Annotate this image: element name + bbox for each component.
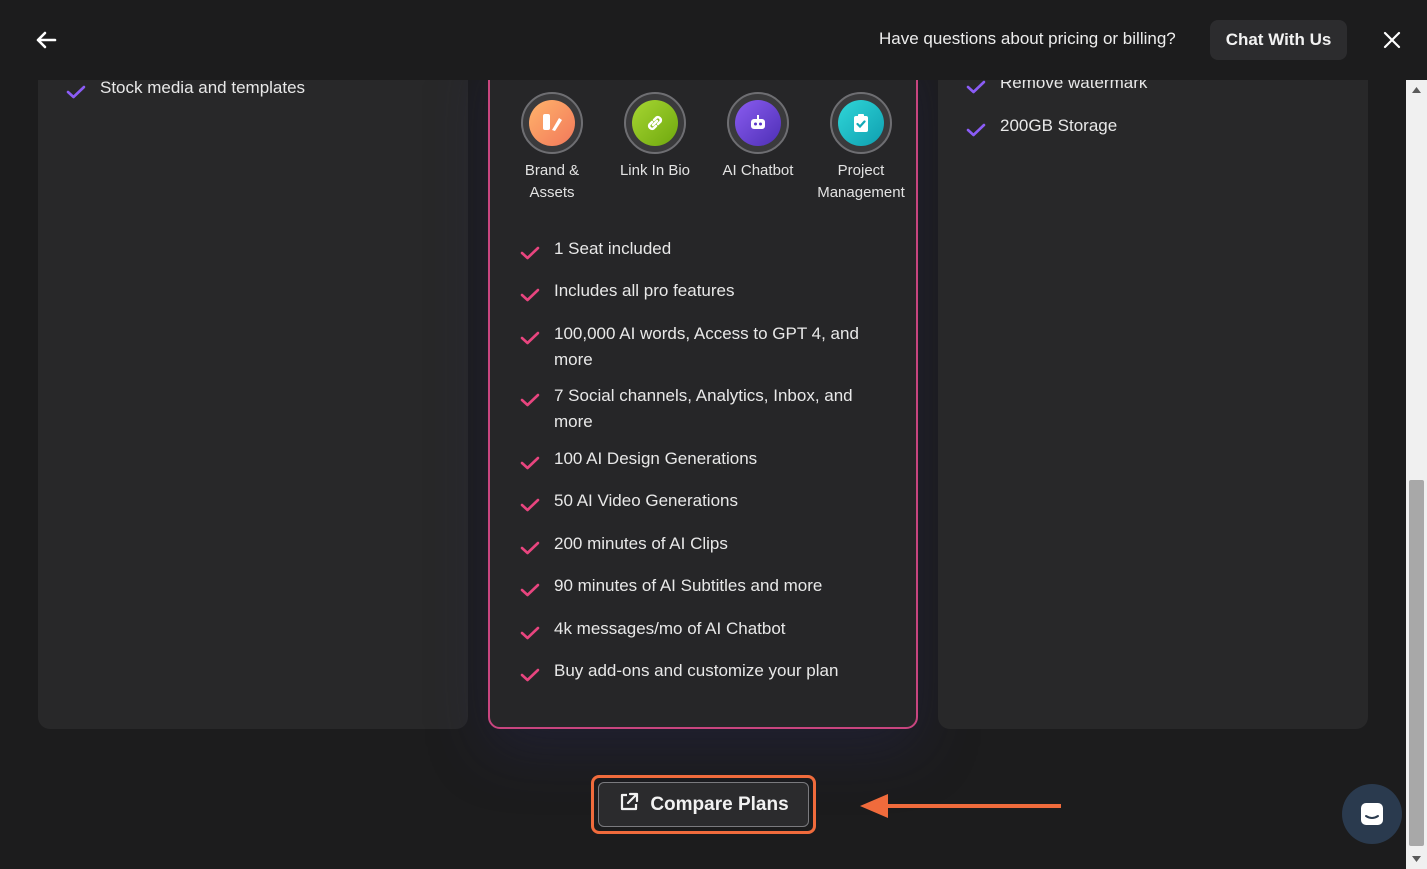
addon-label: Brand & Assets xyxy=(524,162,580,201)
back-arrow-icon[interactable] xyxy=(30,24,62,56)
feature-item: 50 AI Video Generations xyxy=(520,488,880,520)
feature-text: 4k messages/mo of AI Chatbot xyxy=(554,619,786,638)
feature-item: Includes all pro features xyxy=(520,278,880,310)
feature-item: 1 Seat included xyxy=(520,236,880,268)
feature-text: 100 AI Design Generations xyxy=(554,449,758,468)
vertical-scrollbar[interactable] xyxy=(1406,80,1427,869)
addon-brand-assets[interactable]: Brand & Assets xyxy=(502,92,602,204)
feature-text: 200 minutes of AI Clips xyxy=(554,534,728,553)
feature-text: Includes all pro features xyxy=(554,281,735,300)
check-icon xyxy=(520,573,554,605)
feature-text: 90 minutes of AI Subtitles and more xyxy=(554,576,823,595)
compare-plans-highlight: Compare Plans xyxy=(591,775,816,834)
plan-card-featured: Brand & Assets Link In Bio AI Chatbot Pr… xyxy=(488,40,918,729)
feature-item: 200GB Storage xyxy=(966,113,1117,145)
feature-text: 50 AI Video Generations xyxy=(554,491,738,510)
top-bar: Have questions about pricing or billing?… xyxy=(0,0,1427,80)
billing-help-text: Have questions about pricing or billing? xyxy=(879,29,1176,48)
feature-text: Buy add-ons and customize your plan xyxy=(554,661,839,680)
brand-assets-icon xyxy=(529,100,575,146)
feature-item: 100,000 AI words, Access to GPT 4, and m… xyxy=(520,321,880,373)
check-icon xyxy=(520,383,554,415)
check-icon xyxy=(520,278,554,310)
check-icon xyxy=(520,321,554,353)
scroll-down-icon[interactable] xyxy=(1406,849,1427,869)
check-icon xyxy=(520,658,554,690)
compare-plans-label: Compare Plans xyxy=(650,793,789,815)
annotation-arrow-icon xyxy=(858,792,1064,825)
addon-project-management[interactable]: Project Management xyxy=(811,92,911,204)
plan-card-right: Remove watermark 200GB Storage xyxy=(938,40,1368,729)
feature-item: 100 AI Design Generations xyxy=(520,446,880,478)
clipboard-check-icon xyxy=(838,100,884,146)
close-icon[interactable] xyxy=(1376,24,1408,56)
addon-ai-chatbot[interactable]: AI Chatbot xyxy=(708,92,808,182)
link-icon xyxy=(632,100,678,146)
feature-text: 100,000 AI words, Access to GPT 4, and m… xyxy=(554,324,859,369)
check-icon xyxy=(520,531,554,563)
feature-item: Buy add-ons and customize your plan xyxy=(520,658,880,690)
compare-plans-button[interactable]: Compare Plans xyxy=(598,782,809,827)
external-link-icon xyxy=(618,791,640,819)
addon-label: Project Management xyxy=(817,162,905,201)
feature-item: 90 minutes of AI Subtitles and more xyxy=(520,573,880,605)
check-icon xyxy=(966,113,1000,145)
scrollbar-thumb[interactable] xyxy=(1409,480,1424,846)
robot-icon xyxy=(735,100,781,146)
feature-text: 200GB Storage xyxy=(1000,116,1118,135)
feature-item: 200 minutes of AI Clips xyxy=(520,531,880,563)
feature-text: 7 Social channels, Analytics, Inbox, and… xyxy=(554,386,853,431)
addon-link-in-bio[interactable]: Link In Bio xyxy=(605,92,705,182)
scroll-up-icon[interactable] xyxy=(1406,80,1427,100)
addon-label: AI Chatbot xyxy=(722,162,794,179)
feature-item: 4k messages/mo of AI Chatbot xyxy=(520,616,880,648)
feature-item: 7 Social channels, Analytics, Inbox, and… xyxy=(520,383,880,435)
check-icon xyxy=(520,488,554,520)
addon-label: Link In Bio xyxy=(619,162,691,179)
check-icon xyxy=(520,616,554,648)
support-chat-icon[interactable] xyxy=(1342,784,1402,844)
chat-with-us-button[interactable]: Chat With Us xyxy=(1210,20,1347,60)
check-icon xyxy=(520,446,554,478)
feature-text: 1 Seat included xyxy=(554,239,672,258)
check-icon xyxy=(520,236,554,268)
plan-card-left: Stock media and templates xyxy=(38,40,468,729)
